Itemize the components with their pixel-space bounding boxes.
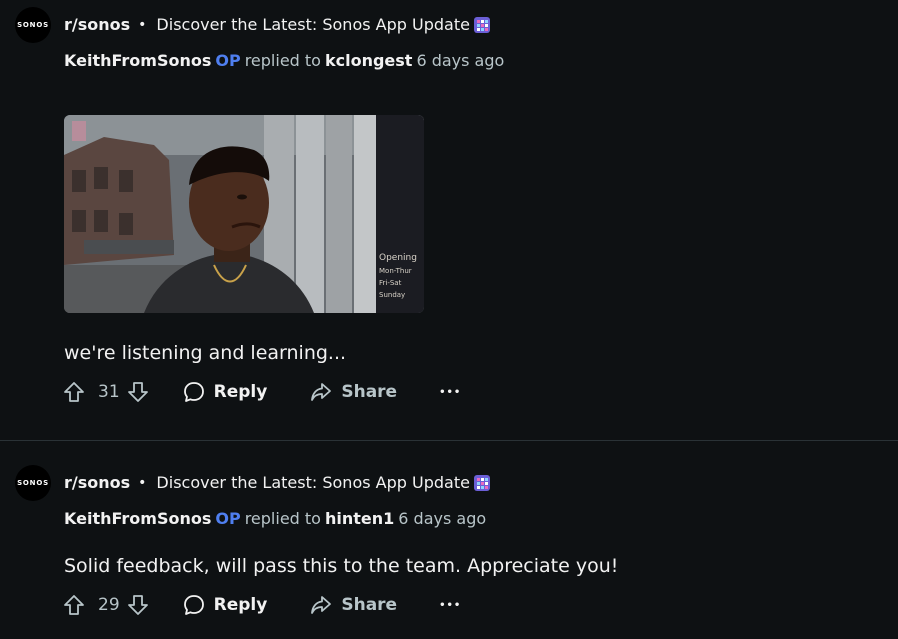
- comment-actions: 31 Reply Share •••: [62, 378, 461, 406]
- comment-meta: KeithFromSonos OP replied to kclongest 6 day…: [64, 51, 504, 70]
- upvote-icon[interactable]: [62, 593, 86, 617]
- subreddit-avatar[interactable]: SONOS: [15, 465, 51, 501]
- update-sparkle-emoji-icon: [473, 16, 490, 33]
- reply-label: Reply: [213, 382, 268, 402]
- replied-to-label: replied to: [244, 509, 321, 528]
- share-button[interactable]: Share: [309, 593, 397, 617]
- op-badge: OP: [215, 509, 241, 528]
- gif-sign-text: Mon-Thur: [379, 267, 412, 275]
- comment-body: we're listening and learning...: [64, 342, 347, 364]
- more-options-icon[interactable]: •••: [439, 387, 461, 398]
- subreddit-link[interactable]: r/sonos: [64, 15, 130, 34]
- comment-card: SONOS r/sonos • Discover the Latest: Son…: [0, 441, 898, 639]
- vote-count: 31: [98, 382, 120, 402]
- op-badge: OP: [215, 51, 241, 70]
- comment-actions: 29 Reply Share •••: [62, 591, 461, 619]
- post-title-link[interactable]: Discover the Latest: Sonos App Update: [156, 15, 470, 34]
- share-arrow-icon: [311, 596, 332, 614]
- downvote-icon[interactable]: [126, 593, 150, 617]
- reply-button[interactable]: Reply: [182, 380, 268, 404]
- more-options-icon[interactable]: •••: [439, 600, 461, 611]
- gif-illustration: Opening Mon-Thur Fri-Sat Sunday: [64, 115, 424, 313]
- comment-age: 6 days ago: [398, 509, 487, 528]
- subreddit-link[interactable]: r/sonos: [64, 473, 130, 492]
- share-arrow-icon: [311, 383, 332, 401]
- author-link[interactable]: KeithFromSonos: [64, 509, 211, 528]
- post-headline: r/sonos • Discover the Latest: Sonos App…: [64, 15, 491, 34]
- separator-dot: •: [138, 474, 147, 491]
- post-headline: r/sonos • Discover the Latest: Sonos App…: [64, 473, 491, 492]
- gif-sign-text: Fri-Sat: [379, 279, 402, 287]
- subreddit-avatar[interactable]: SONOS: [15, 7, 51, 43]
- comment-meta: KeithFromSonos OP replied to hinten1 6 days …: [64, 509, 486, 528]
- vote-count: 29: [98, 595, 120, 615]
- share-label: Share: [341, 595, 398, 615]
- reaction-gif[interactable]: Opening Mon-Thur Fri-Sat Sunday: [64, 115, 424, 313]
- share-label: Share: [341, 382, 398, 402]
- downvote-icon[interactable]: [126, 380, 150, 404]
- share-button[interactable]: Share: [309, 380, 397, 404]
- comment-body: Solid feedback, will pass this to the te…: [64, 555, 619, 577]
- post-title-link[interactable]: Discover the Latest: Sonos App Update: [156, 473, 470, 492]
- comment-age: 6 days ago: [416, 51, 505, 70]
- replied-to-user-link[interactable]: hinten1: [325, 509, 394, 528]
- author-link[interactable]: KeithFromSonos: [64, 51, 211, 70]
- comment-card: SONOS r/sonos • Discover the Latest: Son…: [0, 0, 898, 440]
- replied-to-label: replied to: [244, 51, 321, 70]
- reply-button[interactable]: Reply: [182, 593, 268, 617]
- replied-to-user-link[interactable]: kclongest: [325, 51, 412, 70]
- reply-label: Reply: [213, 595, 268, 615]
- gif-sign-text: Opening: [379, 253, 417, 263]
- upvote-icon[interactable]: [62, 380, 86, 404]
- comment-bubble-icon: [183, 382, 204, 402]
- comment-bubble-icon: [183, 595, 204, 615]
- update-sparkle-emoji-icon: [473, 474, 490, 491]
- separator-dot: •: [138, 16, 147, 33]
- gif-sign-text: Sunday: [379, 291, 405, 299]
